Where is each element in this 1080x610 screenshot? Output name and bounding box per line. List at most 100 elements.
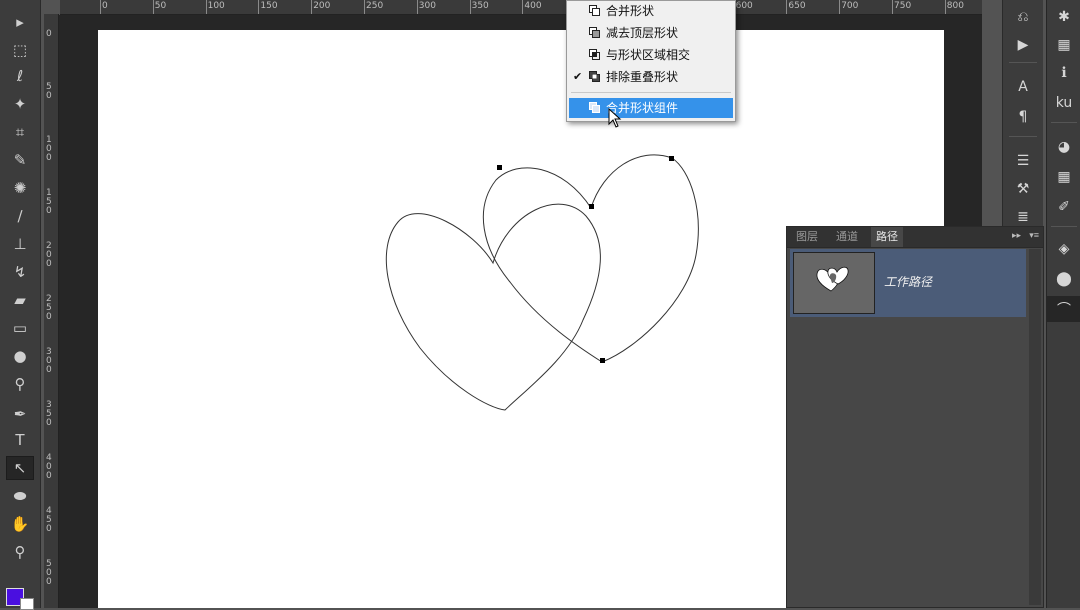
tab-paths[interactable]: 路径 [871,227,903,247]
ruler-vertical[interactable]: 0 50 100 150 200 250 300 350 400 450 500 [44,14,59,608]
menu-item-intersect-shape-areas[interactable]: 与形状区域相交 [569,45,733,65]
tools-panel: ▸ ⬚ ℓ ✦ ⌗ ✎ ✺ ∕ ⊥ ↯ ▰ ▭ ● ⚲ ✒ T ↖ ⬬ ✋ ⚲ [0,0,41,610]
ruler-tick [786,0,788,14]
blur-tool[interactable]: ● [6,344,34,368]
layers-icon[interactable]: ◈ [1047,236,1080,262]
swatches-grid-icon[interactable]: ▦ [1047,164,1080,190]
marquee-tool[interactable]: ⬚ [6,38,34,62]
info-icon[interactable]: ℹ [1047,60,1080,86]
gradient-icon: ▭ [12,319,28,337]
move-tool[interactable]: ▸ [6,10,34,34]
eraser-icon: ▰ [14,291,26,309]
brush-presets-icon[interactable]: ✐ [1047,194,1080,220]
anchor-point[interactable] [669,156,674,161]
character-icon[interactable]: A [1003,74,1043,100]
ruler-tick [311,0,313,14]
path-name-label: 工作路径 [884,275,933,289]
anchor-point[interactable] [497,165,502,170]
quick-selection-tool[interactable]: ✦ [6,92,34,116]
ruler-tick-label: 700 [841,1,859,11]
ruler-tick [522,0,524,14]
tab-layers[interactable]: 图层 [791,227,823,247]
ruler-tick-label: 300 [418,1,436,11]
ruler-tick [364,0,365,14]
anchor-point[interactable] [589,204,594,209]
dock-separator [1009,136,1037,137]
menu-item-label: 与形状区域相交 [606,48,691,62]
background-color-swatch[interactable] [20,598,34,610]
menu-item-exclude-overlapping-shapes[interactable]: ✔ 排除重叠形状 [569,67,733,87]
eraser-tool[interactable]: ▰ [6,288,34,312]
ruler-tick-label: 600 [735,1,753,11]
path-operations-menu: 合并形状减去顶层形状 与形状区域相交 ✔ 排除重叠形状 合并形状组件 [566,0,736,128]
brush-icon: ∕ [17,207,23,225]
dodge-icon: ⚲ [14,375,26,393]
ruler-tick-label: 150 [260,1,278,11]
tool-presets-icon[interactable]: ⚒ [1003,176,1043,202]
actions-play-icon[interactable]: ▶ [1003,32,1043,58]
intersect-shape-areas-icon [589,49,600,60]
pen-tool[interactable]: ✒ [6,402,34,426]
kuler-icon[interactable]: ku [1047,90,1080,116]
dock-separator [1051,226,1077,227]
ruler-tick-label: 500 [46,559,52,587]
adjust-sliders-icon[interactable]: ☰ [1003,148,1043,174]
path-selection-tool[interactable]: ↖ [6,456,34,480]
type-tool[interactable]: T [6,428,34,452]
menu-item-subtract-front-shape[interactable]: 减去顶层形状 [569,23,733,43]
ruler-tick-label: 50 [154,1,167,11]
ruler-tick-label: 200 [313,1,331,11]
anchor-point[interactable] [600,358,605,363]
menu-item-label: 排除重叠形状 [606,70,679,84]
eyedropper-tool[interactable]: ✎ [6,148,34,172]
menu-item-combine-shapes[interactable]: 合并形状 [569,1,733,21]
ruler-tick-label: 100 [46,135,52,163]
ruler-horizontal[interactable]: 0501001502002503003504004505005506006507… [60,0,982,15]
dodge-tool[interactable]: ⚲ [6,372,34,396]
panel-menu-icon[interactable]: ▾≡ [1029,230,1039,241]
ruler-tick-label: 0 [46,29,52,39]
crop-icon: ⌗ [15,123,25,141]
ruler-tick-label: 800 [946,1,964,11]
dock-separator [1009,62,1037,63]
ruler-tick-label: 350 [46,400,52,428]
paths-icon[interactable]: ⌒ [1047,296,1080,322]
path-row-work-path[interactable]: 工作路径 [790,249,1026,317]
healing-brush-tool[interactable]: ✺ [6,176,34,200]
ruler-tick-label: 400 [46,453,52,481]
paths-panel: ▸▸ ▾≡ 图层 通道 路径 工作路径 [786,226,1044,608]
path-thumbnail[interactable] [793,252,875,314]
ruler-tick-label: 0 [102,1,108,11]
ruler-tick [416,0,418,14]
ellipse-tool[interactable]: ⬬ [6,484,34,508]
panel-scrollbar[interactable] [1029,249,1041,605]
paragraph-icon[interactable]: ¶ [1003,104,1043,130]
zoom-icon: ⚲ [14,543,26,561]
clone-stamp-tool[interactable]: ⊥ [6,232,34,256]
mouse-cursor-icon [608,108,622,128]
color-icon[interactable]: ✱ [1047,4,1080,30]
history-icon[interactable]: ⎌ [1003,4,1043,30]
history-brush-tool[interactable]: ↯ [6,260,34,284]
ruler-tick [892,0,893,14]
hand-tool[interactable]: ✋ [6,512,34,536]
menu-item-merge-shape-components[interactable]: 合并形状组件 [569,98,733,118]
gradient-tool[interactable]: ▭ [6,316,34,340]
menu-item-label: 合并形状 [606,4,655,18]
tab-channels[interactable]: 通道 [831,227,863,247]
crop-tool[interactable]: ⌗ [6,120,34,144]
ruler-tick [839,0,841,14]
ruler-tick-label: 50 [46,82,52,101]
brush-tool[interactable]: ∕ [6,204,34,228]
heart-path-right[interactable] [482,154,699,363]
zoom-tool[interactable]: ⚲ [6,540,34,564]
styles-palette-icon[interactable]: ◕ [1047,134,1080,160]
panel-collapse-icon[interactable]: ▸▸ [1012,230,1021,241]
swatches-icon[interactable]: ▦ [1047,32,1080,58]
lasso-icon: ℓ [16,67,24,85]
menu-item-label: 减去顶层形状 [606,26,679,40]
lasso-tool[interactable]: ℓ [6,64,34,88]
channels-icon[interactable]: ⬤ [1047,266,1080,292]
merge-shape-components-icon [589,102,600,113]
heart-path-left[interactable] [385,203,601,411]
